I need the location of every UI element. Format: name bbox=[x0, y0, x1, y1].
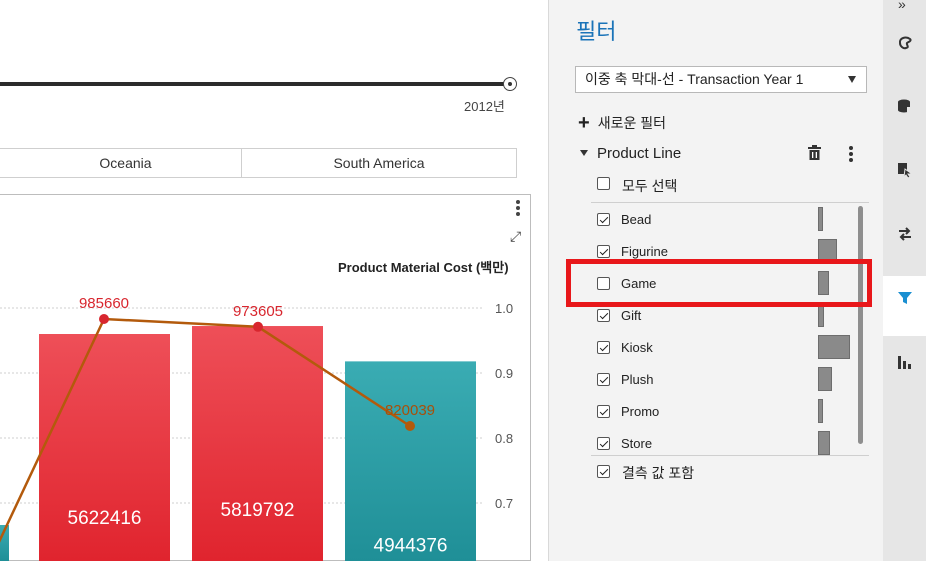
line-point bbox=[253, 321, 263, 332]
line-value-label: 985660 bbox=[79, 295, 129, 312]
line-value-label: 820039 bbox=[385, 402, 435, 419]
side-icon-strip: » bbox=[883, 0, 926, 561]
dual-axis-chart: 1.0 0.9 0.8 0.7 5622416 5819792 4944376 985660 9… bbox=[0, 295, 513, 561]
bar bbox=[345, 361, 476, 561]
report-card: 2012년 Oceania South America 1.0 0.9 0.8 0.7… bbox=[0, 0, 549, 561]
trash-icon[interactable] bbox=[808, 145, 821, 160]
y2-axis-title: Product Material Cost (백만) bbox=[338, 260, 509, 275]
palette-icon[interactable] bbox=[897, 34, 913, 50]
product-line-label: Product Line bbox=[597, 145, 682, 162]
y2-tick-label: 1.0 bbox=[495, 301, 513, 316]
product-line-filter-header[interactable]: Product Line bbox=[578, 144, 863, 164]
object-select-value: 이중 축 막대-선 - Transaction Year 1 bbox=[585, 71, 804, 87]
filter-item-checkbox[interactable] bbox=[597, 405, 610, 418]
filter-item-checkbox[interactable] bbox=[597, 373, 610, 386]
bar bbox=[192, 326, 323, 561]
list-scrollbar[interactable] bbox=[858, 206, 863, 444]
region-button-south-america[interactable]: South America bbox=[241, 148, 517, 178]
include-missing-label: 결측 값 포함 bbox=[622, 465, 695, 481]
filter-item-label: Figurine bbox=[621, 244, 668, 259]
swap-icon[interactable] bbox=[897, 226, 913, 242]
new-filter-button[interactable]: + 새로운 필터 bbox=[578, 113, 666, 133]
filter-item-label: Promo bbox=[621, 404, 660, 419]
report-canvas: 2012년 Oceania South America 1.0 0.9 0.8 0.7… bbox=[0, 0, 558, 561]
collapse-caret-icon[interactable] bbox=[580, 150, 588, 156]
filter-item-checkbox[interactable] bbox=[597, 341, 610, 354]
select-all-checkbox[interactable] bbox=[597, 177, 610, 190]
annotation-highlight-box bbox=[566, 259, 872, 307]
filter-item-frequency-bar bbox=[818, 335, 850, 359]
filter-item-label: Plush bbox=[621, 372, 654, 387]
filter-item-checkbox[interactable] bbox=[597, 309, 610, 322]
include-missing-checkbox[interactable] bbox=[597, 465, 610, 478]
collapse-icon[interactable]: » bbox=[898, 0, 906, 12]
filter-item-label: Store bbox=[621, 436, 653, 451]
chart-menu-button[interactable] bbox=[508, 198, 528, 218]
filter-item-frequency-bar bbox=[818, 367, 832, 391]
year-slider-track[interactable] bbox=[0, 82, 510, 86]
panel-title: 필터 bbox=[576, 19, 617, 44]
line-point bbox=[99, 314, 109, 324]
chart-icon[interactable] bbox=[897, 354, 913, 370]
filter-item-label: Kiosk bbox=[621, 340, 653, 355]
filter-item-checkbox[interactable] bbox=[597, 213, 610, 226]
data-icon[interactable] bbox=[897, 98, 913, 114]
new-filter-label: 새로운 필터 bbox=[597, 115, 666, 131]
filter-icon[interactable] bbox=[897, 290, 913, 306]
line-value-label: 973605 bbox=[233, 303, 283, 320]
filter-more-icon[interactable] bbox=[849, 146, 853, 162]
filter-item-label: Bead bbox=[621, 212, 652, 227]
y2-tick-label: 0.8 bbox=[495, 431, 513, 446]
bar-value-label: 4944376 bbox=[374, 535, 448, 556]
filter-item-label: Gift bbox=[621, 308, 642, 323]
y2-tick-label: 0.7 bbox=[495, 496, 513, 511]
bar-value-label: 5622416 bbox=[68, 508, 142, 529]
filter-item-frequency-bar bbox=[818, 431, 830, 455]
filter-item-frequency-bar bbox=[818, 399, 823, 423]
year-slider-handle[interactable] bbox=[503, 77, 517, 91]
year-slider-label: 2012년 bbox=[464, 99, 505, 114]
expand-icon[interactable]: ⤢ bbox=[510, 229, 521, 243]
plus-icon: + bbox=[578, 112, 590, 134]
select-all-label: 모두 선택 bbox=[622, 178, 678, 194]
filter-item-checkbox[interactable] bbox=[597, 245, 610, 258]
active-tab-background bbox=[883, 276, 926, 336]
filter-item-frequency-bar bbox=[818, 207, 823, 231]
region-button-oceania[interactable]: Oceania bbox=[10, 148, 242, 178]
line-point bbox=[405, 421, 415, 431]
dropdown-caret-icon bbox=[848, 76, 856, 83]
y2-tick-label: 0.9 bbox=[495, 366, 513, 381]
object-select[interactable]: 이중 축 막대-선 - Transaction Year 1 bbox=[575, 66, 867, 93]
bar-value-label: 5819792 bbox=[221, 500, 295, 521]
filter-item-checkbox[interactable] bbox=[597, 437, 610, 450]
pointer-icon[interactable] bbox=[897, 162, 913, 178]
